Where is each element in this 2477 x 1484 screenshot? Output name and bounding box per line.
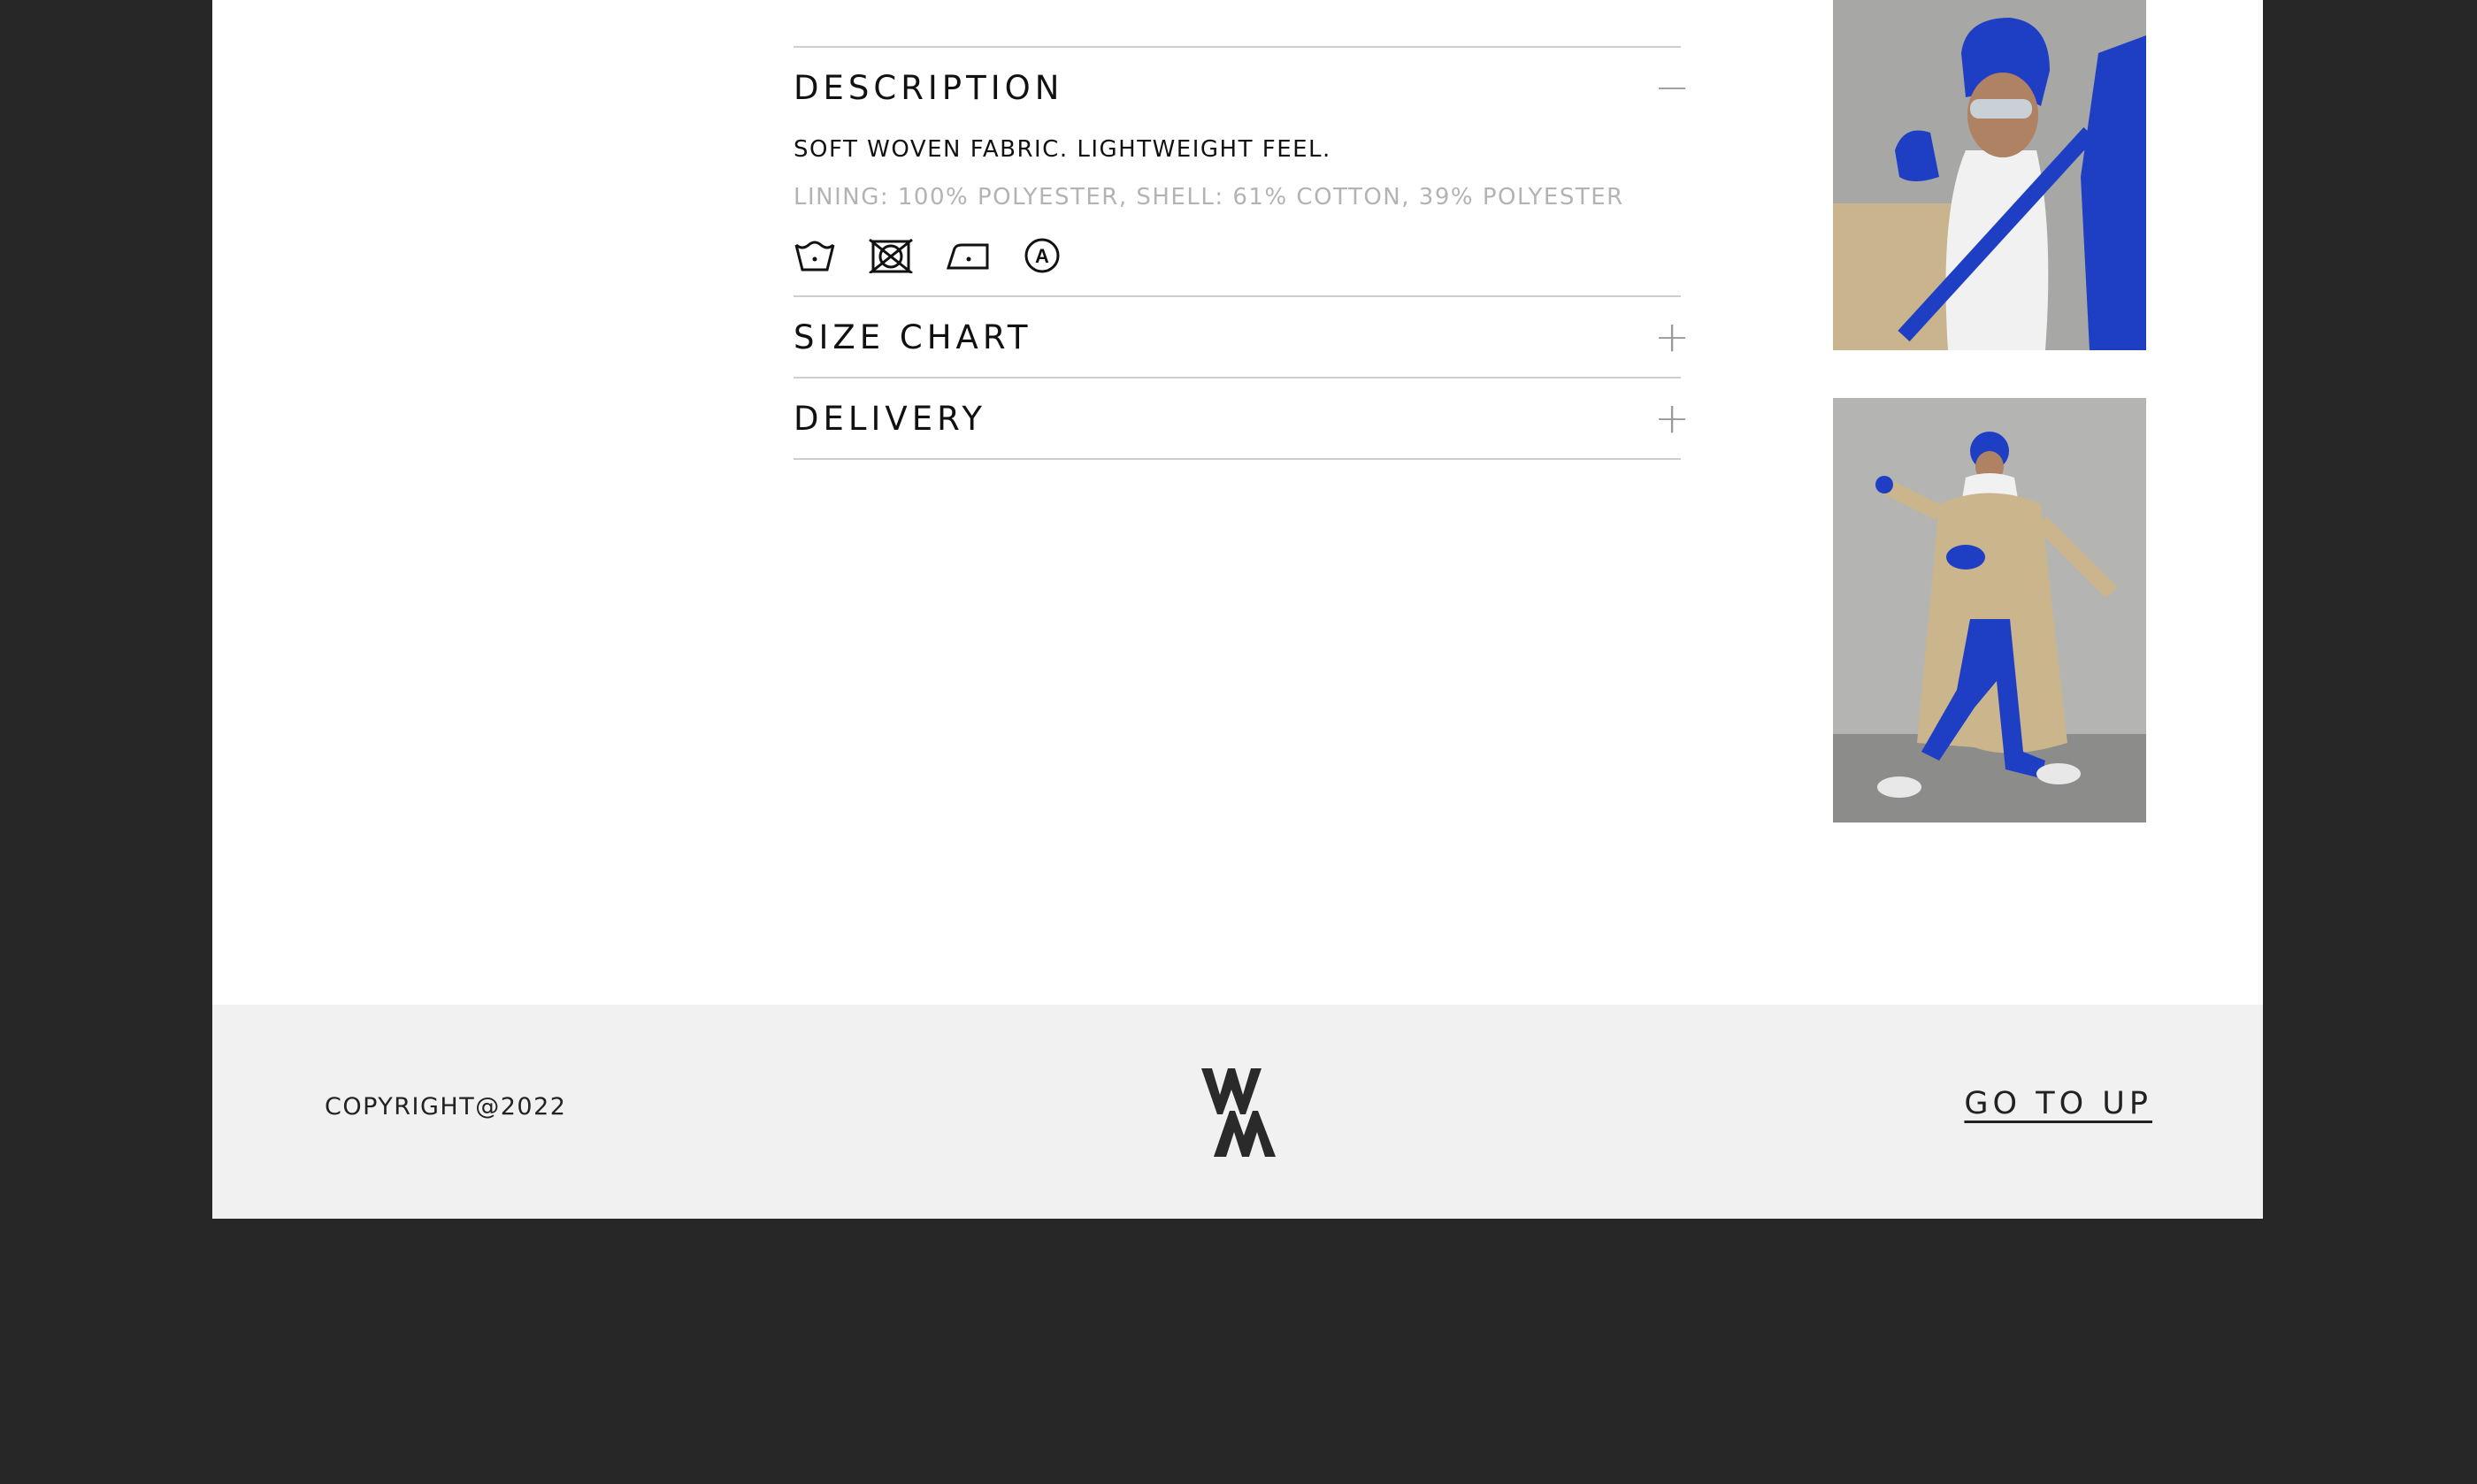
do-not-tumble-dry-icon: [869, 238, 913, 273]
copyright-text: COPYRIGHT@2022: [325, 1093, 567, 1121]
description-body: SOFT WOVEN FABRIC. LIGHTWEIGHT FEEL. LIN…: [794, 136, 1681, 295]
svg-text:A: A: [1035, 245, 1049, 267]
description-text: SOFT WOVEN FABRIC. LIGHTWEIGHT FEEL.: [794, 136, 1331, 163]
size-chart-header[interactable]: SIZE CHART +: [794, 297, 1690, 377]
delivery-section: DELIVERY +: [794, 377, 1690, 460]
description-header[interactable]: DESCRIPTION −: [794, 48, 1690, 127]
expand-icon[interactable]: +: [1654, 397, 1690, 440]
care-icons: A: [794, 237, 1681, 274]
iron-low-icon: [946, 243, 989, 270]
expand-icon[interactable]: +: [1654, 316, 1690, 358]
product-info-accordion: DESCRIPTION − SOFT WOVEN FABRIC. LIGHTWE…: [794, 46, 1690, 460]
delivery-title: DELIVERY: [794, 399, 987, 438]
composition-text: LINING: 100% POLYESTER, SHELL: 61% COTTO…: [794, 184, 1624, 210]
description-title: DESCRIPTION: [794, 68, 1064, 107]
description-section: DESCRIPTION − SOFT WOVEN FABRIC. LIGHTWE…: [794, 46, 1690, 295]
delivery-header[interactable]: DELIVERY +: [794, 379, 1690, 458]
model-full-body-photo[interactable]: [1833, 398, 2146, 822]
site-footer: COPYRIGHT@2022 GO TO UP: [212, 1005, 2263, 1219]
size-chart-title: SIZE CHART: [794, 317, 1032, 356]
go-to-top-link[interactable]: GO TO UP: [1964, 1086, 2152, 1121]
brand-logo[interactable]: [1201, 1068, 1276, 1157]
dry-clean-a-icon: A: [1024, 238, 1060, 273]
wash-30-icon: [794, 241, 835, 272]
collapse-icon[interactable]: −: [1654, 66, 1690, 109]
size-chart-section: SIZE CHART +: [794, 295, 1690, 377]
model-closeup-photo[interactable]: [1833, 0, 2146, 350]
